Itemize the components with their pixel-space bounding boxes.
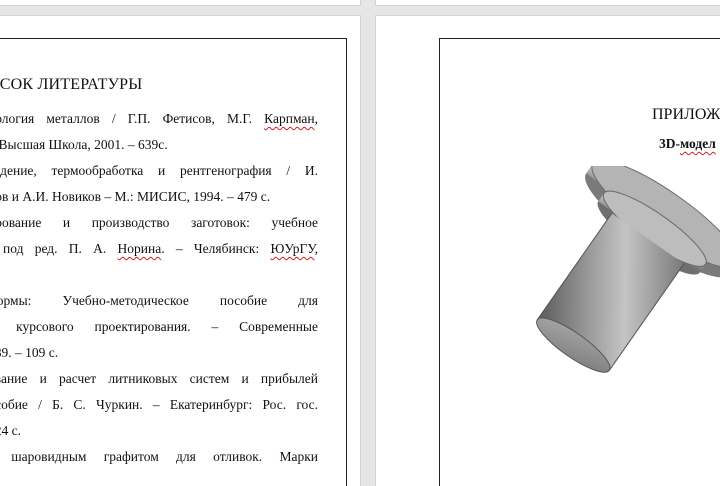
reference-line-empty <box>0 262 318 288</box>
reference-line: .: Высшая Школа, 2001. – 639с. <box>0 137 168 152</box>
reference-line: нология металлов / Г.П. Фетисов, М.Г. Ка… <box>0 111 318 126</box>
previous-page-left <box>0 0 360 5</box>
document-page-bibliography[interactable]: ИСОК ЛИТЕРАТУРЫ нология металлов / Г.П. … <box>0 16 360 486</box>
reference-line: 124 с. <box>0 423 21 438</box>
document-page-appendix[interactable]: ПРИЛОЖ 3D-модел <box>376 16 720 486</box>
reference-line: ведение, термообработка и рентгенография… <box>0 163 318 178</box>
bibliography-heading: ИСОК ЛИТЕРАТУРЫ <box>0 76 143 93</box>
reference-line: особие / Б. С. Чуркин. – Екатеринбург: Р… <box>0 397 318 412</box>
previous-page-right <box>376 0 720 5</box>
reference-line: ; под ред. П. А. Норина. – Челябинск: ЮУ… <box>0 241 318 256</box>
reference-line: и курсового проектирования. – Современны… <box>0 319 318 334</box>
reference-line: нов и А.И. Новиков – М.: МИСИС, 1994. – … <box>0 189 271 204</box>
appendix-title: ПРИЛОЖ <box>652 106 720 123</box>
reference-line: ирование и производство заготовок: учебн… <box>0 215 318 230</box>
3d-model-image <box>536 166 720 373</box>
reference-line: формы: Учебно-методическое пособие для <box>0 293 318 308</box>
reference-line: с шаровидным графитом для отливок. Марки <box>0 449 318 464</box>
bibliography-text[interactable]: ИСОК ЛИТЕРАТУРЫ нология металлов / Г.П. … <box>0 76 318 470</box>
appendix-subtitle: 3D-модел <box>659 136 716 151</box>
reference-line: 989. – 109 с. <box>0 345 59 360</box>
reference-line: ование и расчет литниковых систем и приб… <box>0 371 318 386</box>
